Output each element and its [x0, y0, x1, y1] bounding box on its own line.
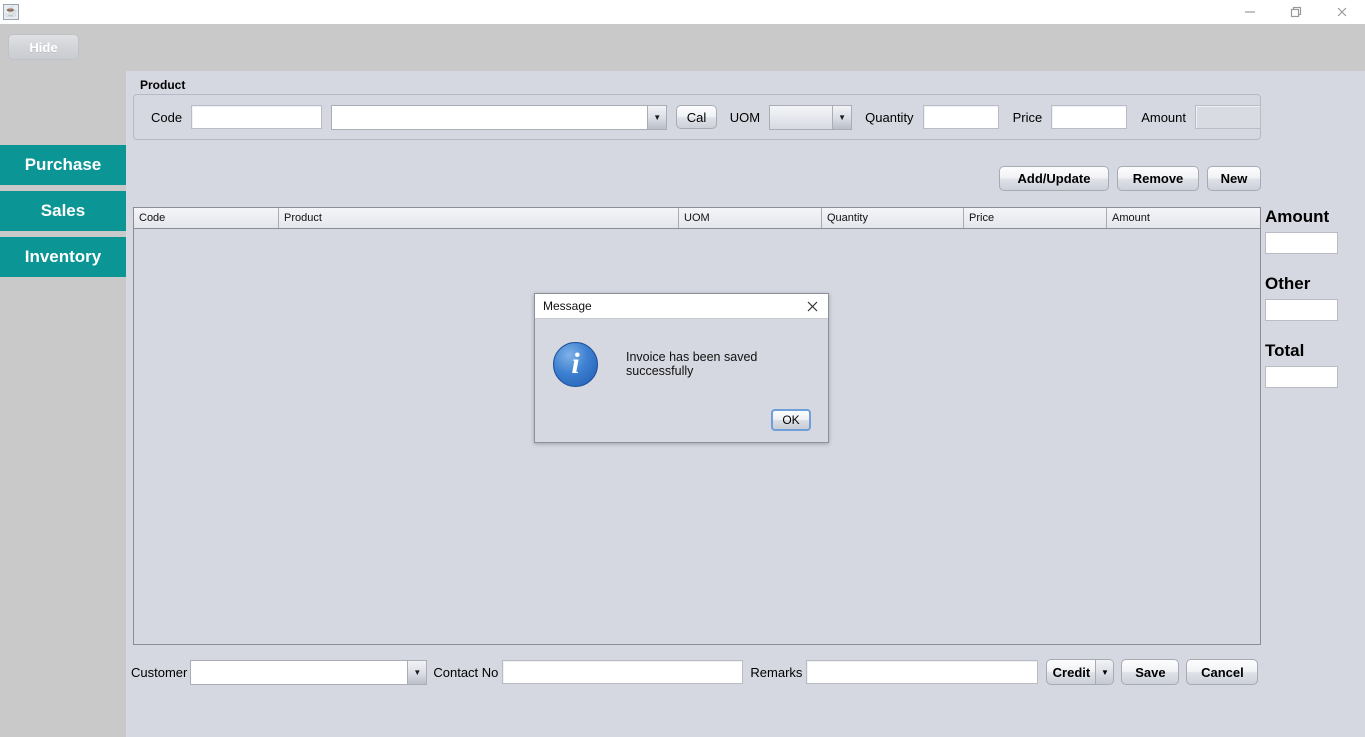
customer-combo[interactable]: ▼ — [190, 659, 428, 685]
payment-mode-split-button[interactable]: Credit ▼ — [1046, 659, 1115, 685]
product-panel-title: Product — [138, 78, 188, 92]
amount-label: Amount — [1141, 109, 1186, 125]
sidebar-item-sales[interactable]: Sales — [0, 191, 126, 231]
cal-button[interactable]: Cal — [676, 105, 717, 129]
dialog-titlebar: Message — [535, 294, 828, 319]
column-header-quantity[interactable]: Quantity — [822, 208, 964, 228]
sidebar-nav: Purchase Sales Inventory — [0, 145, 126, 283]
column-header-product[interactable]: Product — [279, 208, 679, 228]
remove-button[interactable]: Remove — [1117, 166, 1199, 191]
dialog-footer: OK — [535, 409, 828, 442]
price-input[interactable] — [1051, 105, 1128, 129]
product-panel: Product Code ▼ Cal UOM ▼ Quantity Price … — [133, 78, 1261, 140]
remarks-label: Remarks — [750, 664, 803, 680]
column-header-uom[interactable]: UOM — [679, 208, 822, 228]
quantity-input[interactable] — [922, 105, 999, 129]
minimize-icon[interactable] — [1227, 0, 1273, 24]
ok-button[interactable]: OK — [771, 409, 811, 431]
info-icon: i — [553, 341, 598, 387]
contact-no-input[interactable] — [502, 660, 744, 684]
close-icon[interactable] — [802, 296, 822, 316]
product-name-combo[interactable]: ▼ — [331, 104, 668, 130]
payment-mode-label: Credit — [1052, 664, 1091, 680]
chevron-down-icon[interactable]: ▼ — [832, 105, 852, 129]
uom-combo-value — [770, 105, 833, 129]
sidebar-item-label: Inventory — [24, 247, 102, 266]
sidebar-item-label: Sales — [40, 201, 86, 220]
save-button[interactable]: Save — [1121, 659, 1180, 685]
totals-total-label: Total — [1265, 341, 1305, 360]
table-header-row: Code Product UOM Quantity Price Amount — [134, 208, 1260, 229]
add-update-button[interactable]: Add/Update — [999, 166, 1109, 191]
customer-label: Customer — [131, 664, 188, 680]
dialog-title: Message — [543, 299, 592, 313]
totals-panel: Amount Other Total — [1265, 207, 1361, 408]
chevron-down-icon[interactable]: ▼ — [1095, 660, 1114, 684]
product-fields-row: Code ▼ Cal UOM ▼ Quantity Price Amount — [133, 94, 1261, 140]
chevron-down-icon[interactable]: ▼ — [407, 660, 427, 684]
sidebar-item-label: Purchase — [24, 155, 102, 174]
dialog-message: Invoice has been saved successfully — [626, 350, 758, 378]
window-titlebar: ☕ — [0, 0, 1365, 24]
contact-no-label: Contact No — [433, 664, 499, 680]
price-label: Price — [1012, 109, 1043, 125]
window-controls — [1227, 0, 1365, 24]
remarks-input[interactable] — [806, 660, 1039, 684]
uom-combo[interactable]: ▼ — [769, 104, 853, 130]
cancel-button[interactable]: Cancel — [1186, 659, 1259, 685]
new-button[interactable]: New — [1207, 166, 1261, 191]
column-header-amount[interactable]: Amount — [1107, 208, 1260, 228]
product-action-buttons: Add/Update Remove New — [999, 166, 1261, 191]
column-header-code[interactable]: Code — [134, 208, 279, 228]
totals-total-input[interactable] — [1265, 366, 1338, 388]
message-dialog: Message i Invoice has been saved success… — [534, 293, 829, 443]
customer-combo-value — [191, 660, 408, 684]
restore-icon[interactable] — [1273, 0, 1319, 24]
column-header-price[interactable]: Price — [964, 208, 1107, 228]
left-sidebar: Purchase Sales Inventory — [0, 71, 126, 737]
close-icon[interactable] — [1319, 0, 1365, 24]
totals-amount-label: Amount — [1265, 207, 1330, 226]
sidebar-item-inventory[interactable]: Inventory — [0, 237, 126, 277]
chevron-down-icon[interactable]: ▼ — [647, 105, 667, 129]
java-coffee-cup-icon: ☕ — [3, 4, 19, 20]
uom-label: UOM — [729, 109, 761, 125]
dialog-body: i Invoice has been saved successfully — [535, 319, 828, 409]
quantity-label: Quantity — [865, 109, 914, 125]
hide-button[interactable]: Hide — [8, 34, 79, 60]
totals-amount-input[interactable] — [1265, 232, 1338, 254]
totals-other-input[interactable] — [1265, 299, 1338, 321]
product-code-input[interactable] — [191, 105, 323, 129]
amount-input — [1195, 105, 1261, 129]
totals-other-label: Other — [1265, 274, 1311, 293]
product-name-combo-value — [332, 105, 648, 129]
invoice-footer-bar: Customer ▼ Contact No Remarks Credit ▼ S… — [126, 656, 1365, 688]
code-label: Code — [151, 109, 183, 125]
sidebar-item-purchase[interactable]: Purchase — [0, 145, 126, 185]
top-toolbar: Hide — [0, 24, 1365, 71]
